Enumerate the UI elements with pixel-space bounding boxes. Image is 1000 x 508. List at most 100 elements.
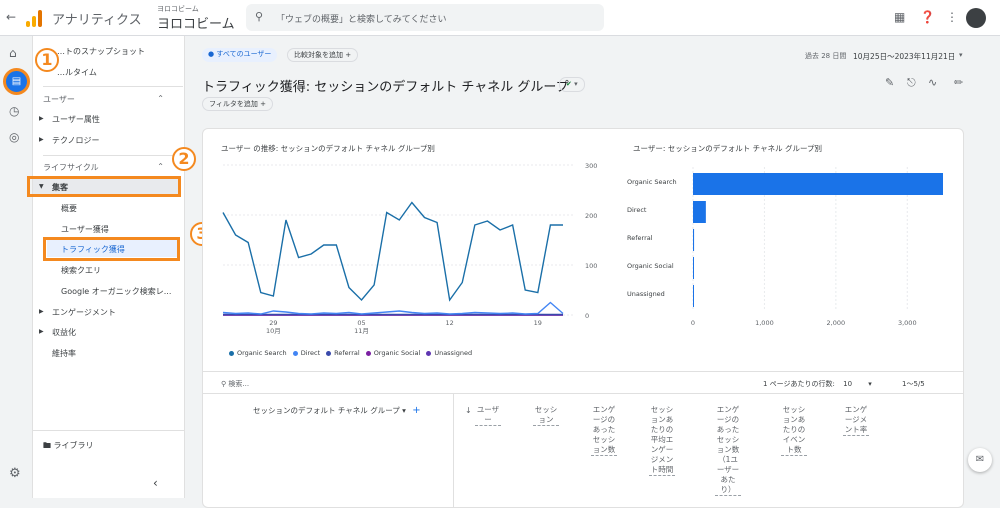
search-icon: ⚲ <box>221 380 227 388</box>
nav-item-snapshot[interactable]: …トのスナップショット <box>57 46 145 57</box>
chevron-up-icon[interactable]: ⌃ <box>157 162 164 171</box>
x-tick-label: 29 <box>269 319 277 327</box>
property-name[interactable]: ヨロコビーム <box>157 13 235 32</box>
date-range[interactable]: 10月25日～2023年11月21日 <box>853 51 955 62</box>
dimension-header[interactable]: セッションのデフォルト チャネル グループ ▾ + <box>253 405 421 416</box>
plus-icon: + <box>260 100 266 108</box>
segment-label: すべてのユーザー <box>216 50 272 58</box>
divider <box>203 393 963 394</box>
bar-category-label: Unassigned <box>627 290 665 298</box>
x-tick-label: 1,000 <box>755 319 774 327</box>
advertising-icon[interactable]: ◎ <box>9 130 19 144</box>
plus-icon: + <box>345 51 352 59</box>
chevron-up-icon[interactable]: ⌃ <box>157 94 164 103</box>
rows-dropdown-icon[interactable]: ▾ <box>868 380 872 388</box>
column-header[interactable]: セッションあたりの平均エンゲージメント時間 <box>649 405 675 476</box>
legend-label: Organic Search <box>237 349 287 357</box>
legend-swatch <box>326 350 332 356</box>
x-tick-label: 0 <box>691 319 695 327</box>
segment-chip[interactable]: ● すべてのユーザー <box>202 48 278 62</box>
column-header[interactable]: エンゲージのあったセッション数（1ユーザーあたり） <box>715 405 741 496</box>
section-lifecycle[interactable]: ライフサイクル <box>43 162 99 173</box>
library-link[interactable]: 🖿 ライブラリ <box>43 440 94 454</box>
library-label: ライブラリ <box>53 441 94 450</box>
table-search[interactable]: ⚲ 検索... <box>221 379 249 389</box>
highlight-box-acquisition <box>27 176 181 197</box>
divider <box>43 155 183 156</box>
x-tick-label: 12 <box>446 319 454 327</box>
x-tick-label: 3,000 <box>898 319 917 327</box>
help-icon[interactable]: ❓ <box>920 10 935 24</box>
more-vert-icon[interactable]: ⋮ <box>946 10 958 24</box>
dropdown-icon: ▾ <box>402 406 406 415</box>
divider <box>453 393 454 507</box>
nav-item-engagement[interactable]: エンゲージメント <box>52 307 116 318</box>
nav-item-google-organic[interactable]: Google オーガニック検索レ... <box>61 286 171 297</box>
report-card: ユーザー の推移: セッションのデフォルト チャネル グループ別 ユーザー: セ… <box>202 128 964 508</box>
nav-item-tech[interactable]: テクノロジー <box>52 135 100 146</box>
sort-down-arrow-icon[interactable]: ↓ <box>465 406 472 415</box>
collapse-chevron-icon[interactable]: ‹ <box>153 476 158 490</box>
y-tick-label: 100 <box>585 262 597 270</box>
nav-item-retention[interactable]: 維持率 <box>52 348 76 359</box>
settings-gear-icon[interactable]: ⚙ <box>9 466 21 481</box>
nav-item-user-acquisition[interactable]: ユーザー獲得 <box>61 224 109 235</box>
legend-label: Organic Social <box>373 349 421 357</box>
customize-report-icon[interactable]: ✎ <box>885 76 894 89</box>
search-icon: ⚲ <box>255 10 264 23</box>
legend-label: Unassigned <box>434 349 473 357</box>
legend-swatch <box>292 350 298 356</box>
legend-label: Direct <box>300 349 321 357</box>
add-filter-button[interactable]: フィルタを追加 + <box>202 97 273 111</box>
line-chart-title: ユーザー の推移: セッションのデフォルト チャネル グループ別 <box>221 144 435 153</box>
segment-icon: ● <box>208 50 215 58</box>
dimension-header-label: セッションのデフォルト チャネル グループ <box>253 406 400 415</box>
reports-nav: …トのスナップショット …ルタイム ユーザー ⌃ ▶ ユーザー属性 ▶ テクノロ… <box>33 36 185 498</box>
column-header[interactable]: セッションあたりのイベント数 <box>781 405 807 456</box>
feedback-icon[interactable]: ✉ <box>968 448 992 472</box>
legend-label: Referral <box>334 349 360 357</box>
apps-grid-icon[interactable]: ▦ <box>894 10 905 24</box>
status-check-chip[interactable]: ✔ ▾ <box>559 77 585 92</box>
date-dropdown-icon[interactable]: ▾ <box>959 51 963 59</box>
add-comparison-button[interactable]: 比較対象を追加 + <box>287 48 359 62</box>
divider <box>203 371 963 372</box>
x-tick-sublabel: 10月 <box>266 327 281 335</box>
explore-icon[interactable]: ◷ <box>9 104 19 118</box>
rows-per-page-label: 1 ページあたりの行数: <box>763 380 835 388</box>
insights-icon[interactable]: ∿ <box>928 76 937 89</box>
column-header[interactable]: ユーザー <box>475 405 501 426</box>
caret-right-icon: ▶ <box>39 136 44 143</box>
date-label: 過去 28 日間 <box>805 52 847 60</box>
bar-category-label: Organic Social <box>627 262 674 270</box>
avatar[interactable] <box>966 8 986 28</box>
column-header[interactable]: エンゲージメント率 <box>843 405 869 436</box>
caret-right-icon: ▶ <box>39 308 44 315</box>
add-dimension-plus-icon[interactable]: + <box>412 405 420 416</box>
add-comparison-label: 比較対象を追加 <box>294 51 343 59</box>
bar-organic-search <box>693 173 943 195</box>
bar-referral <box>693 229 695 251</box>
reports-icon[interactable]: ▤ <box>3 68 30 95</box>
dropdown-icon: ▾ <box>574 80 578 88</box>
share-icon[interactable]: ⎋ <box>907 76 916 90</box>
divider <box>43 86 183 87</box>
bar-category-label: Direct <box>627 206 647 214</box>
nav-item-monetization[interactable]: 収益化 <box>52 327 76 338</box>
nav-item-realtime[interactable]: …ルタイム <box>57 67 97 78</box>
section-user[interactable]: ユーザー <box>43 94 75 105</box>
edit-pencil-icon[interactable]: ✏ <box>954 76 963 89</box>
rows-per-page-select[interactable]: 10 <box>843 380 852 388</box>
back-arrow-icon[interactable]: ← <box>6 10 16 24</box>
nav-item-search-queries[interactable]: 検索クエリ <box>61 265 101 276</box>
column-header[interactable]: エンゲージのあったセッション数 <box>591 405 617 456</box>
x-tick-sublabel: 11月 <box>354 327 369 335</box>
search-bar[interactable]: ⚲ 「ウェブの概要」と検索してみてください <box>246 4 604 31</box>
nav-item-overview[interactable]: 概要 <box>61 203 77 214</box>
home-icon[interactable]: ⌂ <box>9 46 17 60</box>
page-title: トラフィック獲得: セッションのデフォルト チャネル グループ <box>202 80 569 95</box>
nav-item-demographics[interactable]: ユーザー属性 <box>52 114 100 125</box>
x-tick-label: 19 <box>534 319 542 327</box>
add-filter-label: フィルタを追加 <box>209 100 258 108</box>
column-header[interactable]: セッション <box>533 405 559 426</box>
